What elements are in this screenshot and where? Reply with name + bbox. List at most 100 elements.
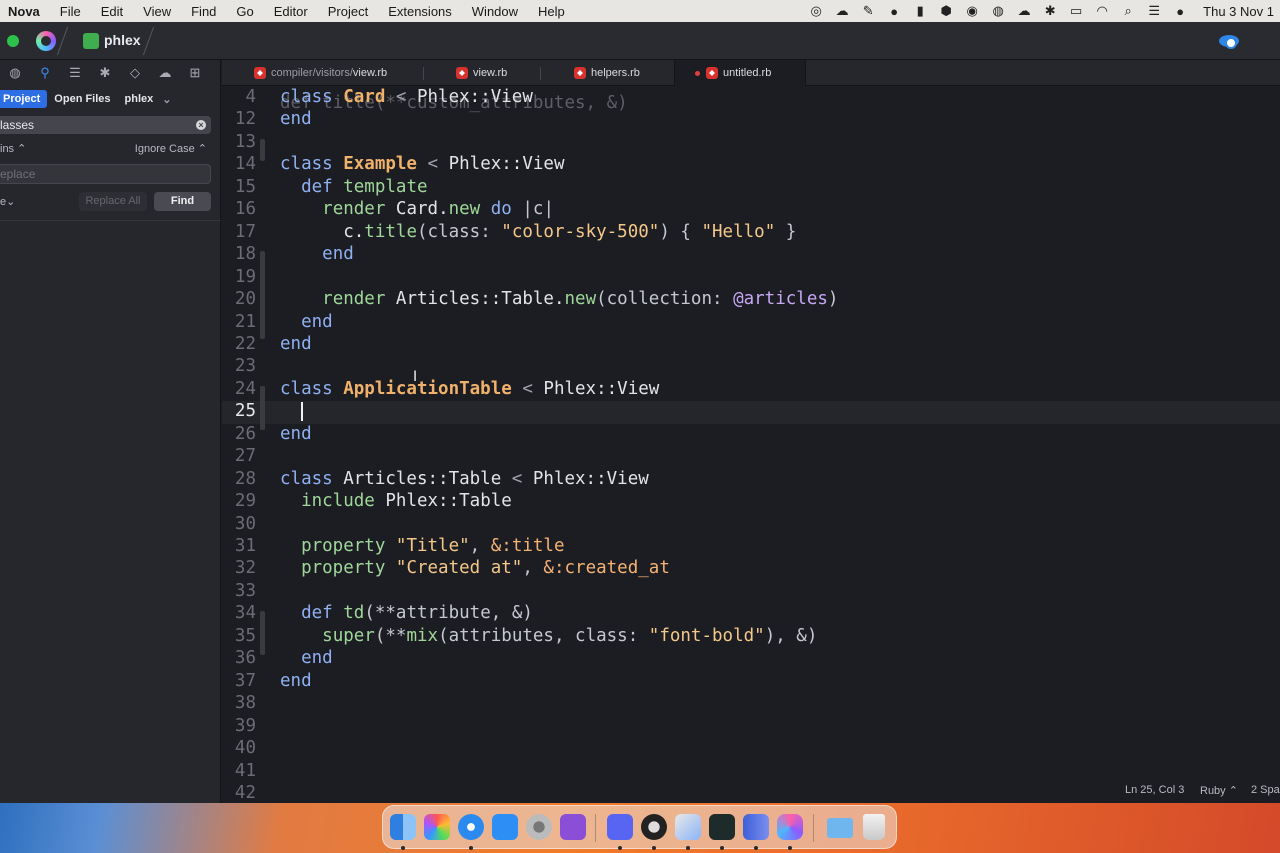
code-line[interactable]: 39 bbox=[222, 716, 1280, 739]
menu-go[interactable]: Go bbox=[226, 4, 263, 19]
grid-icon[interactable]: ⊞ bbox=[180, 65, 210, 81]
fold-indicator[interactable] bbox=[260, 139, 265, 161]
nova-helper-icon[interactable] bbox=[675, 814, 701, 850]
fold-indicator[interactable] bbox=[260, 611, 265, 655]
trash-icon[interactable] bbox=[863, 814, 885, 840]
record-icon[interactable]: ◉ bbox=[959, 3, 985, 19]
code-line[interactable]: 24 class ApplicationTable < Phlex::View bbox=[222, 379, 1280, 402]
discord-icon[interactable] bbox=[607, 814, 633, 850]
preview-eye-icon[interactable] bbox=[1218, 31, 1240, 51]
tab-open-files[interactable]: Open Files bbox=[47, 90, 117, 108]
menu-extensions[interactable]: Extensions bbox=[378, 4, 462, 19]
outline-icon[interactable]: ☰ bbox=[60, 65, 90, 81]
wifi-icon[interactable]: ◠ bbox=[1089, 3, 1115, 19]
code-editor[interactable]: def title(**custom_attributes, &) 4 class… bbox=[222, 87, 1280, 803]
cloudflare-icon[interactable]: ☁ bbox=[1011, 3, 1037, 19]
nova-logo-icon[interactable] bbox=[36, 31, 56, 51]
tab-compiler-view-rb[interactable]: compiler/visitors/ view.rb bbox=[254, 60, 387, 86]
ignore-case-select[interactable]: Ignore Case ⌃ bbox=[135, 142, 207, 155]
downloads-folder-icon[interactable] bbox=[827, 818, 853, 838]
code-line[interactable]: 15 def template bbox=[222, 177, 1280, 200]
find-button[interactable]: Find bbox=[154, 192, 211, 211]
nova-icon[interactable] bbox=[777, 814, 803, 850]
siri-icon[interactable]: ● bbox=[1167, 4, 1193, 19]
code-line[interactable]: 37 end bbox=[222, 671, 1280, 694]
code-line[interactable]: 18 end bbox=[222, 244, 1280, 267]
menu-editor[interactable]: Editor bbox=[264, 4, 318, 19]
code-line[interactable]: 26 end bbox=[222, 424, 1280, 447]
project-name[interactable]: phlex bbox=[104, 32, 141, 48]
code-line[interactable]: 40 bbox=[222, 738, 1280, 761]
menu-help[interactable]: Help bbox=[528, 4, 575, 19]
tab-helpers-rb[interactable]: helpers.rb bbox=[574, 60, 640, 86]
code-line[interactable]: 31 property "Title", &:title bbox=[222, 536, 1280, 559]
code-line[interactable]: 25 bbox=[222, 401, 1280, 424]
tab-untitled-rb[interactable]: untitled.rb bbox=[674, 60, 806, 86]
globe-icon[interactable]: ◍ bbox=[0, 65, 30, 81]
git-icon[interactable]: ◇ bbox=[120, 65, 150, 81]
menu-view[interactable]: View bbox=[133, 4, 181, 19]
menu-file[interactable]: File bbox=[50, 4, 91, 19]
menu-find[interactable]: Find bbox=[181, 4, 226, 19]
replace-all-button[interactable]: Replace All bbox=[79, 192, 147, 211]
replace-input[interactable]: eplace bbox=[0, 164, 211, 184]
obs-icon[interactable] bbox=[641, 814, 667, 850]
search-icon[interactable]: ⚲ bbox=[30, 65, 60, 81]
control-center-icon[interactable]: ☰ bbox=[1141, 3, 1167, 19]
code-line[interactable]: 27 bbox=[222, 446, 1280, 469]
phone-icon[interactable]: ▮ bbox=[907, 3, 933, 19]
fold-indicator[interactable] bbox=[260, 251, 265, 339]
code-line[interactable]: 14 class Example < Phlex::View bbox=[222, 154, 1280, 177]
microphone-icon[interactable]: ● bbox=[881, 4, 907, 19]
fold-indicator[interactable] bbox=[260, 386, 265, 430]
cloud-upload-icon[interactable]: ☁ bbox=[829, 3, 855, 19]
code-line[interactable]: 33 bbox=[222, 581, 1280, 604]
cube-icon[interactable]: ⬢ bbox=[933, 3, 959, 19]
code-line[interactable]: 16 render Card.new do |c| bbox=[222, 199, 1280, 222]
code-line[interactable]: 17 c.title(class: "color-sky-500") { "He… bbox=[222, 222, 1280, 245]
symbols-icon[interactable]: ✱ bbox=[90, 65, 120, 81]
menu-edit[interactable]: Edit bbox=[91, 4, 133, 19]
code-line[interactable]: 22 end bbox=[222, 334, 1280, 357]
code-line[interactable]: 34 def td(**attribute, &) bbox=[222, 603, 1280, 626]
tab-view-rb[interactable]: view.rb bbox=[456, 60, 507, 86]
finder-icon[interactable] bbox=[390, 814, 416, 850]
tab-phlex[interactable]: phlex bbox=[118, 90, 161, 108]
cloud-icon[interactable]: ☁ bbox=[150, 65, 180, 81]
match-mode-select[interactable]: ins ⌃ bbox=[0, 142, 26, 155]
chevron-down-icon[interactable]: ⌄ bbox=[162, 93, 171, 106]
window-control-dot[interactable] bbox=[7, 35, 19, 47]
cursor-position[interactable]: Ln 25, Col 3 bbox=[1125, 784, 1184, 796]
bluetooth-icon[interactable]: ✱ bbox=[1037, 3, 1063, 19]
code-line[interactable]: 35 super(**mix(attributes, class: "font-… bbox=[222, 626, 1280, 649]
code-line[interactable]: 19 bbox=[222, 267, 1280, 290]
find-input[interactable]: lasses × bbox=[0, 116, 211, 134]
safari-icon[interactable] bbox=[458, 814, 484, 850]
code-line[interactable]: 20 render Articles::Table.new(collection… bbox=[222, 289, 1280, 312]
menu-app[interactable]: Nova bbox=[0, 4, 50, 19]
code-line[interactable]: 30 bbox=[222, 514, 1280, 537]
system-settings-icon[interactable] bbox=[526, 814, 552, 840]
code-line[interactable]: 36 end bbox=[222, 648, 1280, 671]
language-select[interactable]: Ruby ⌃ bbox=[1200, 784, 1238, 797]
vpn-icon[interactable]: ◍ bbox=[985, 3, 1011, 19]
notes-icon[interactable] bbox=[743, 814, 769, 850]
menubar-clock[interactable]: Thu 3 Nov 1 bbox=[1193, 4, 1280, 19]
terminal-icon[interactable] bbox=[709, 814, 735, 850]
clear-icon[interactable]: × bbox=[196, 120, 206, 130]
pen-icon[interactable]: ✎ bbox=[855, 3, 881, 19]
code-line[interactable]: 4 class Card < Phlex::View bbox=[222, 87, 1280, 110]
tab-project[interactable]: Project bbox=[0, 90, 48, 108]
code-line[interactable]: 13 bbox=[222, 132, 1280, 155]
search-icon[interactable]: ⌕ bbox=[1115, 3, 1141, 19]
aperture-icon[interactable]: ◎ bbox=[803, 3, 829, 19]
code-line[interactable]: 21 end bbox=[222, 312, 1280, 335]
feedback-icon[interactable] bbox=[560, 814, 586, 840]
app-store-icon[interactable] bbox=[492, 814, 518, 840]
indentation-select[interactable]: 2 Spa bbox=[1251, 784, 1280, 796]
code-line[interactable]: 12 end bbox=[222, 109, 1280, 132]
scope-select[interactable]: e⌄ bbox=[0, 195, 15, 208]
menu-window[interactable]: Window bbox=[462, 4, 528, 19]
launchpad-icon[interactable] bbox=[424, 814, 450, 840]
code-line[interactable]: 23 bbox=[222, 356, 1280, 379]
